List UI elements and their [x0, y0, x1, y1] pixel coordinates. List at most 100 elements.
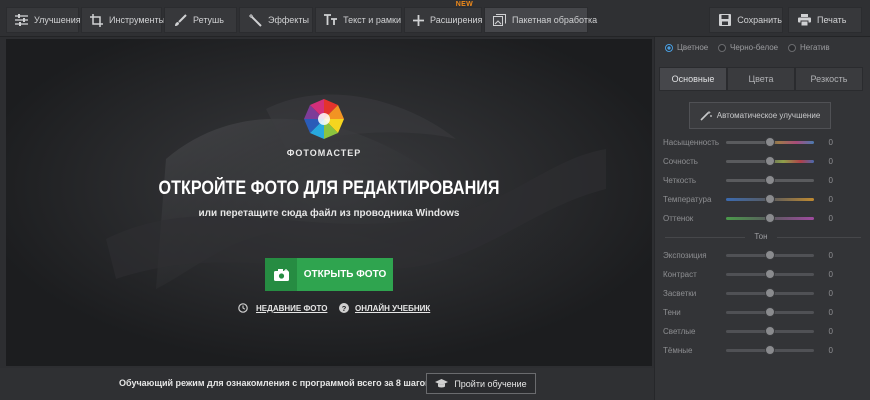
slider-value: 0	[828, 194, 833, 204]
slider-shadows[interactable]: Тени 0	[663, 305, 865, 319]
slider-track[interactable]	[726, 325, 814, 336]
tab-extensions-label: Расширения	[430, 15, 483, 25]
print-button[interactable]: Печать	[788, 7, 862, 33]
save-button[interactable]: Сохранить	[709, 7, 783, 33]
svg-text:?: ?	[342, 304, 347, 313]
color-mode-negative[interactable]: Негатив	[788, 43, 830, 52]
brush-icon	[173, 13, 187, 27]
online-tutorial-link[interactable]: ? ОНЛАЙН УЧЕБНИК	[339, 303, 430, 313]
slider-value: 0	[828, 213, 833, 223]
brand-name: ФОТОМАСТЕР	[286, 148, 362, 158]
slider-track[interactable]	[726, 306, 814, 317]
slider-track[interactable]	[726, 287, 814, 298]
batch-icon	[493, 13, 506, 27]
slider-track[interactable]	[726, 155, 814, 166]
recent-photos-label: НЕДАВНИЕ ФОТО	[256, 303, 328, 313]
recent-photos-link[interactable]: НЕДАВНИЕ ФОТО	[238, 303, 327, 313]
online-tutorial-label: ОНЛАЙН УЧЕБНИК	[355, 303, 431, 313]
magic-wand-icon	[248, 13, 262, 27]
slider-knob[interactable]	[765, 249, 775, 260]
slider-knob[interactable]	[765, 174, 775, 185]
slider-track[interactable]	[726, 344, 814, 355]
magic-wand-icon	[700, 110, 712, 121]
slider-temperature[interactable]: Температура 0	[663, 192, 865, 206]
tab-retouch[interactable]: Ретушь	[164, 7, 237, 33]
slider-label: Светлые	[663, 326, 696, 336]
color-mode-label: Черно-белое	[730, 43, 779, 52]
slider-track[interactable]	[726, 174, 814, 185]
tab-colors[interactable]: Цвета	[727, 67, 795, 91]
slider-track[interactable]	[726, 212, 814, 223]
slider-knob[interactable]	[765, 193, 775, 204]
silk-background	[6, 39, 652, 366]
sliders-icon	[15, 13, 28, 27]
slider-label: Четкость	[663, 175, 697, 185]
tab-text-frames[interactable]: Текст и рамки	[315, 7, 402, 33]
tab-enhancements-label: Улучшения	[34, 15, 81, 25]
slider-knob[interactable]	[765, 344, 775, 355]
tab-basic[interactable]: Основные	[659, 67, 727, 91]
tone-heading: Тон	[745, 232, 777, 241]
open-photo-button[interactable]: ОТКРЫТЬ ФОТО	[265, 258, 393, 291]
fotomaster-logo-icon	[304, 99, 344, 139]
save-button-label: Сохранить	[737, 15, 782, 25]
slider-label: Экспозиция	[663, 250, 707, 260]
slider-value: 0	[828, 250, 833, 260]
start-tutorial-button[interactable]: Пройти обучение	[426, 373, 536, 394]
welcome-title: ОТКРОЙТЕ ФОТО ДЛЯ РЕДАКТИРОВАНИЯ	[158, 178, 500, 199]
slider-value: 0	[828, 288, 833, 298]
slider-knob[interactable]	[765, 212, 775, 223]
auto-enhance-button[interactable]: Автоматическое улучшение	[689, 102, 831, 129]
slider-highlights[interactable]: Засветки 0	[663, 286, 865, 300]
slider-knob[interactable]	[765, 306, 775, 317]
start-tutorial-label: Пройти обучение	[454, 378, 527, 389]
slider-blacks[interactable]: Тёмные 0	[663, 343, 865, 357]
tab-sharpness[interactable]: Резкость	[795, 67, 863, 91]
top-toolbar: Улучшения Инструменты Ретушь Эффекты Тек…	[0, 0, 870, 37]
slider-track[interactable]	[726, 193, 814, 204]
slider-vibrance[interactable]: Сочность 0	[663, 154, 865, 168]
tab-tools[interactable]: Инструменты	[81, 7, 166, 33]
slider-value: 0	[828, 345, 833, 355]
slider-knob[interactable]	[765, 287, 775, 298]
radio-button	[788, 43, 796, 52]
slider-knob[interactable]	[765, 136, 775, 147]
slider-value: 0	[828, 137, 833, 147]
slider-whites[interactable]: Светлые 0	[663, 324, 865, 338]
slider-value: 0	[828, 175, 833, 185]
welcome-subtitle: или перетащите сюда файл из проводника W…	[198, 208, 460, 219]
tab-batch-processing[interactable]: Пакетная обработка	[484, 7, 597, 33]
slider-value: 0	[828, 269, 833, 279]
slider-contrast[interactable]: Контраст 0	[663, 267, 865, 281]
color-mode-label: Негатив	[800, 43, 830, 52]
photo-canvas[interactable]: ФОТОМАСТЕР ОТКРОЙТЕ ФОТО ДЛЯ РЕДАКТИРОВА…	[6, 39, 652, 366]
slider-knob[interactable]	[765, 268, 775, 279]
slider-track[interactable]	[726, 136, 814, 147]
print-button-label: Печать	[817, 15, 847, 25]
tab-effects-label: Эффекты	[268, 15, 309, 25]
slider-track[interactable]	[726, 249, 814, 260]
slider-exposure[interactable]: Экспозиция 0	[663, 248, 865, 262]
tab-tools-label: Инструменты	[109, 15, 166, 25]
color-mode-color[interactable]: Цветное	[665, 43, 708, 52]
new-badge: NEW	[455, 1, 473, 8]
slider-clarity[interactable]: Четкость 0	[663, 173, 865, 187]
slider-value: 0	[828, 156, 833, 166]
slider-knob[interactable]	[765, 155, 775, 166]
slider-label: Засветки	[663, 288, 697, 298]
slider-tint[interactable]: Оттенок 0	[663, 211, 865, 225]
tab-effects[interactable]: Эффекты	[239, 7, 313, 33]
slider-track[interactable]	[726, 268, 814, 279]
save-icon	[718, 13, 731, 27]
slider-saturation[interactable]: Насыщенность 0	[663, 135, 865, 149]
slider-label: Температура	[663, 194, 712, 204]
slider-label: Тёмные	[663, 345, 693, 355]
tab-enhancements[interactable]: Улучшения	[6, 7, 81, 33]
help-icon: ?	[339, 303, 349, 313]
printer-icon	[797, 13, 811, 27]
crop-icon	[90, 13, 103, 27]
tab-extensions[interactable]: Расширения NEW	[404, 1, 483, 33]
slider-knob[interactable]	[765, 325, 775, 336]
color-mode-bw[interactable]: Черно-белое	[718, 43, 778, 52]
tab-text-frames-label: Текст и рамки	[343, 15, 401, 25]
